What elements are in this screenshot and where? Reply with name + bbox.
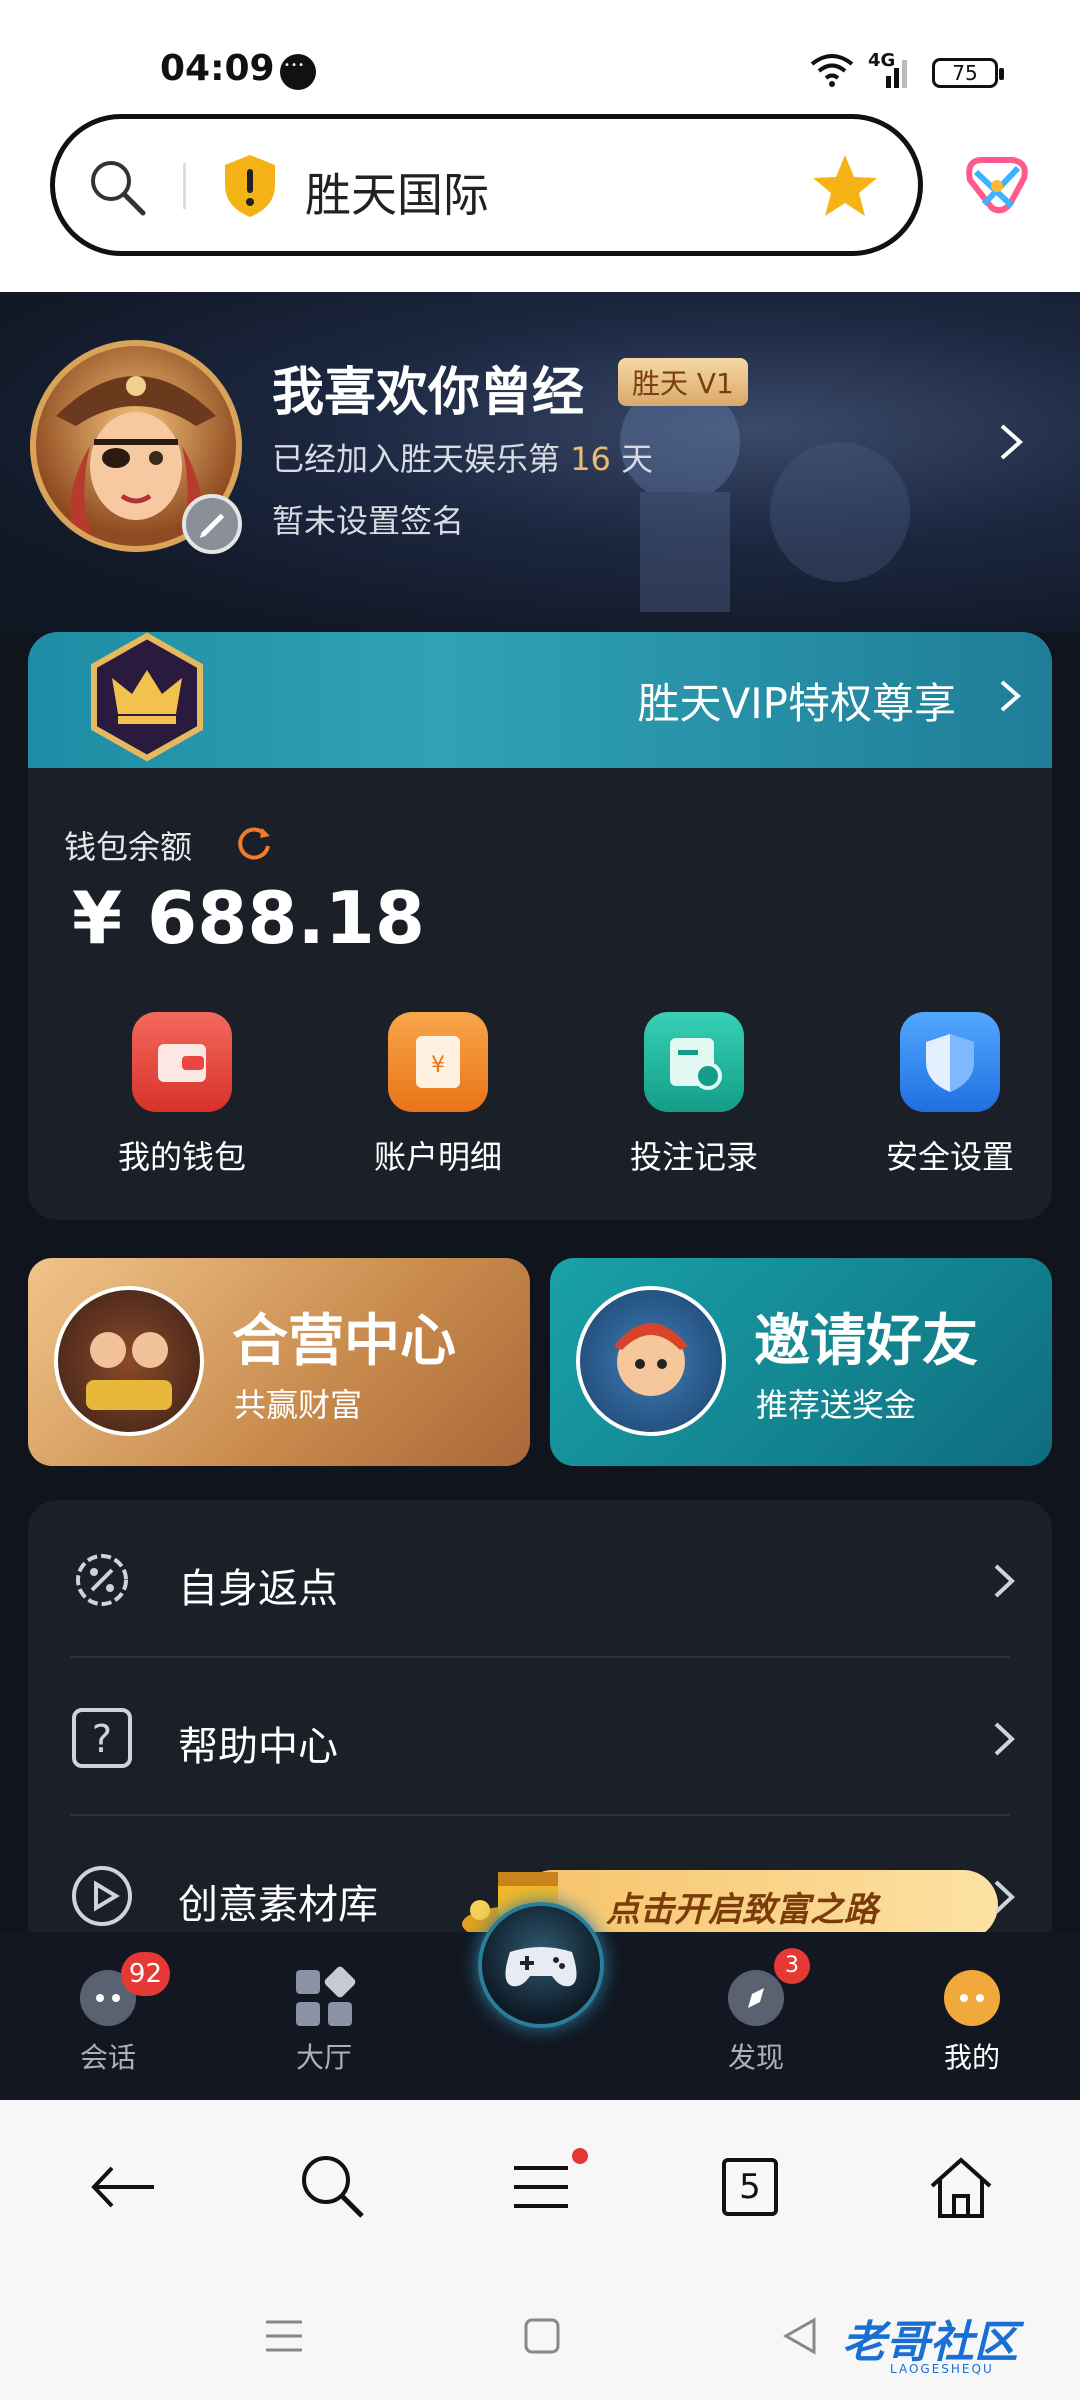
recents-menu-icon[interactable]	[264, 2318, 304, 2354]
menu-item-help-center[interactable]: ? 帮助中心	[28, 1658, 1052, 1816]
promo-subtitle: 共赢财富	[234, 1386, 363, 1424]
promo-title: 合营中心	[232, 1309, 456, 1374]
chevron-right-icon	[994, 1880, 1015, 1914]
percent-gear-icon	[76, 1554, 128, 1606]
chevron-right-icon	[994, 1722, 1015, 1756]
svg-text:¥: ¥	[431, 1053, 445, 1078]
vip-privilege-label: 胜天VIP特权尊享	[637, 679, 956, 728]
joined-suffix: 天	[621, 440, 654, 478]
tab-label: 发现	[727, 2041, 784, 2074]
chevron-right-icon	[994, 1564, 1015, 1598]
vip-privilege-banner[interactable]: 胜天VIP特权尊享	[28, 632, 1052, 768]
battery-indicator: 75	[932, 58, 1004, 88]
menu-icon[interactable]	[506, 2152, 576, 2222]
promo-subtitle: 推荐送奖金	[756, 1386, 917, 1424]
bet-records-icon	[644, 1012, 744, 1112]
wallet-icon	[132, 1012, 232, 1112]
quick-action-account-details[interactable]: ¥ 账户明细	[338, 1012, 538, 1178]
edit-avatar-icon[interactable]	[182, 494, 242, 554]
wifi-icon	[810, 54, 854, 87]
menu-item-label: 帮助中心	[178, 1724, 338, 1770]
bookmark-star-icon[interactable]	[810, 151, 880, 221]
address-bar[interactable]: 胜天国际	[50, 114, 923, 256]
menu-item-label: 创意素材库	[178, 1882, 378, 1928]
tab-lobby[interactable]: 大厅	[254, 1966, 394, 2076]
browser-toolbar: 5	[0, 2100, 1080, 2268]
wallet-balance-amount: ¥ 688.18	[72, 876, 426, 960]
page-title[interactable]: 胜天国际	[305, 159, 489, 225]
status-bar: 04:09 4G 75	[0, 0, 1080, 110]
network-type: 4G	[868, 50, 896, 71]
tab-label: 我的	[943, 2041, 1000, 2074]
chat-bubble-icon: 92	[76, 1952, 170, 2030]
watermark-subtext: LAOGESHEQU	[890, 2362, 994, 2376]
watermark-logo: 老哥社区	[842, 2317, 1018, 2368]
vip-level-badge: 胜天 V1	[618, 358, 748, 406]
tab-discover[interactable]: 3 发现	[686, 1948, 826, 2076]
tab-label: 会话	[79, 2041, 136, 2074]
profile-face-icon	[940, 1966, 1004, 2030]
wallet-balance-label: 钱包余额	[64, 828, 193, 866]
search-icon[interactable]	[85, 155, 149, 219]
address-divider	[183, 163, 186, 209]
gamepad-icon	[505, 1947, 577, 1987]
chevron-right-icon[interactable]	[996, 422, 1026, 462]
quick-action-my-wallet[interactable]: 我的钱包	[82, 1012, 282, 1178]
menu-item-label: 自身返点	[178, 1566, 338, 1612]
svg-text:?: ?	[92, 1717, 112, 1761]
promo-title: 邀请好友	[754, 1309, 978, 1374]
quick-action-label: 投注记录	[629, 1138, 758, 1176]
quick-action-security-settings[interactable]: 安全设置	[850, 1012, 1050, 1178]
unread-badge: 3	[774, 1948, 810, 1984]
hero-background-art	[620, 382, 910, 612]
main-content: 我喜欢你曾经 胜天 V1 已经加入胜天娱乐第 16 天 暂未设置签名 胜天VIP…	[0, 292, 1080, 1932]
partner-center-image	[54, 1286, 204, 1436]
chevron-right-icon	[1000, 680, 1022, 712]
home-square-icon[interactable]	[524, 2316, 560, 2356]
joined-days-count: 16	[570, 440, 611, 478]
bottom-tab-bar: 92 会话 大厅 3 发现 我的	[0, 1902, 1080, 2100]
play-icon	[72, 1866, 132, 1926]
menu-item-rebate[interactable]: 自身返点	[28, 1500, 1052, 1658]
back-triangle-icon[interactable]	[782, 2316, 818, 2356]
message-notification-icon	[280, 54, 316, 90]
quick-action-label: 账户明细	[373, 1138, 502, 1176]
tab-count-button[interactable]: 5	[722, 2158, 778, 2216]
banner-text: 点击开启致富之路	[606, 1890, 878, 1930]
quick-action-label: 我的钱包	[117, 1138, 246, 1176]
system-navigation-bar: 老哥社区 LAOGESHEQU	[0, 2268, 1080, 2400]
invite-friends-card[interactable]: 邀请好友 推荐送奖金	[550, 1258, 1052, 1466]
home-icon[interactable]	[926, 2152, 996, 2222]
username: 我喜欢你曾经	[272, 363, 585, 423]
compass-icon: 3	[724, 1948, 810, 2030]
invite-friends-image	[576, 1286, 726, 1436]
menu-list: 自身返点 ? 帮助中心 创意素材库 点击开启致富之路	[28, 1500, 1052, 1932]
joined-prefix: 已经加入胜天娱乐第	[272, 440, 561, 478]
unread-badge: 92	[120, 1952, 170, 1996]
back-arrow-icon[interactable]	[88, 2152, 158, 2222]
tab-chats[interactable]: 92 会话	[38, 1952, 178, 2076]
menu-notification-dot	[572, 2148, 588, 2164]
warning-shield-icon[interactable]	[221, 153, 279, 219]
tab-me[interactable]: 我的	[902, 1966, 1042, 2076]
grid-icon	[292, 1966, 356, 2030]
joined-days-text: 已经加入胜天娱乐第 16 天	[272, 434, 653, 480]
quick-action-label: 安全设置	[885, 1138, 1014, 1176]
search-icon[interactable]	[298, 2152, 368, 2222]
quick-action-bet-records[interactable]: 投注记录	[594, 1012, 794, 1178]
crown-icon	[91, 632, 203, 762]
signature-text: 暂未设置签名	[272, 502, 465, 540]
partner-center-card[interactable]: 合营中心 共赢财富	[28, 1258, 530, 1466]
refresh-icon[interactable]	[234, 822, 274, 862]
account-details-icon: ¥	[388, 1012, 488, 1112]
tab-label: 大厅	[295, 2041, 352, 2074]
profile-header[interactable]: 我喜欢你曾经 胜天 V1 已经加入胜天娱乐第 16 天 暂未设置签名	[0, 292, 1080, 632]
security-shield-icon	[900, 1012, 1000, 1112]
browser-app-icon[interactable]	[962, 150, 1032, 220]
game-center-button[interactable]	[478, 1902, 604, 2028]
question-icon: ?	[72, 1708, 132, 1768]
status-time: 04:09	[160, 48, 275, 89]
wallet-card: 胜天VIP特权尊享 钱包余额 ¥ 688.18 我的钱包 ¥ 账户明细 投注记录…	[28, 632, 1052, 1220]
